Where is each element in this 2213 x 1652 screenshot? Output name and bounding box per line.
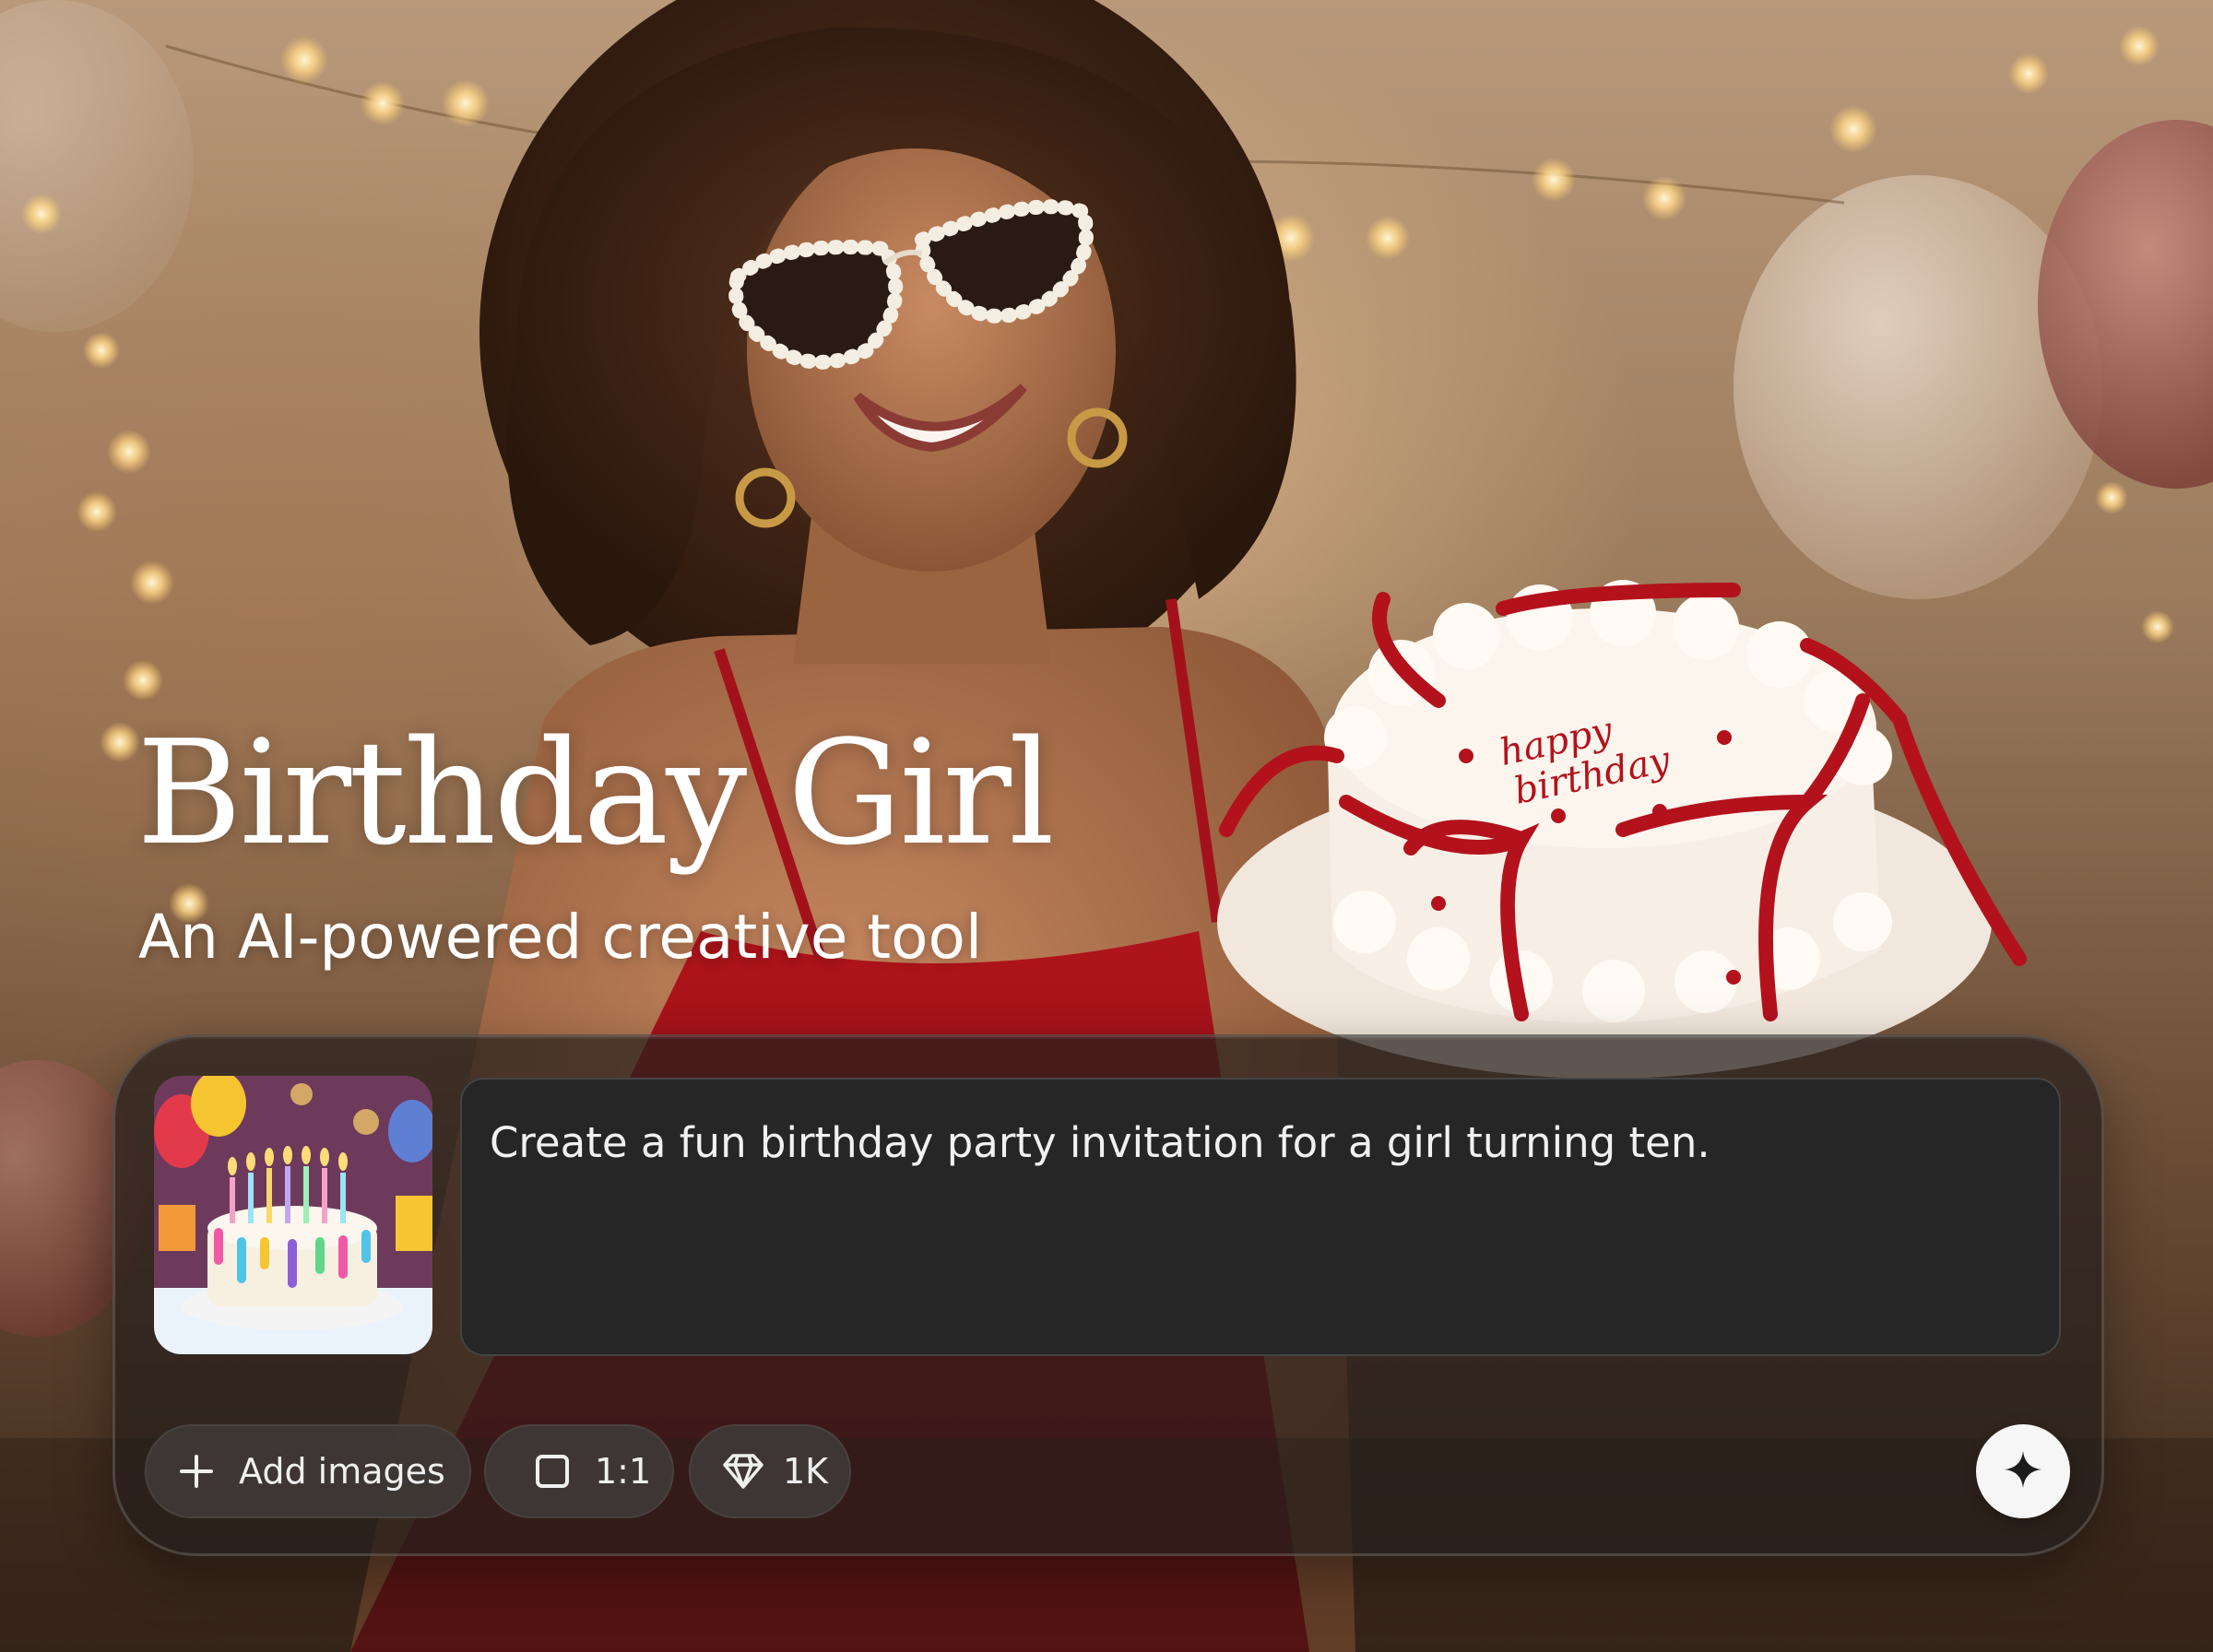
aspect-ratio-button[interactable]: 1:1 <box>484 1424 674 1518</box>
square-icon <box>534 1453 571 1490</box>
resolution-button[interactable]: 1K <box>689 1424 851 1518</box>
plus-icon <box>178 1453 215 1490</box>
page-subtitle: An AI-powered creative tool <box>138 902 983 973</box>
generate-button[interactable] <box>1976 1424 2070 1518</box>
sparkle-icon <box>2003 1449 2043 1494</box>
reference-image-thumbnail[interactable] <box>154 1076 432 1354</box>
page-title: Birthday Girl <box>136 709 1055 877</box>
add-images-button[interactable]: Add images <box>145 1424 471 1518</box>
add-images-label: Add images <box>239 1451 445 1492</box>
diamond-icon <box>722 1453 764 1490</box>
prompt-text: Create a fun birthday party invitation f… <box>490 1118 1710 1167</box>
aspect-ratio-label: 1:1 <box>595 1451 652 1492</box>
prompt-input[interactable]: Create a fun birthday party invitation f… <box>460 1078 2061 1356</box>
resolution-label: 1K <box>783 1451 829 1492</box>
prompt-panel: Create a fun birthday party invitation f… <box>112 1034 2104 1556</box>
